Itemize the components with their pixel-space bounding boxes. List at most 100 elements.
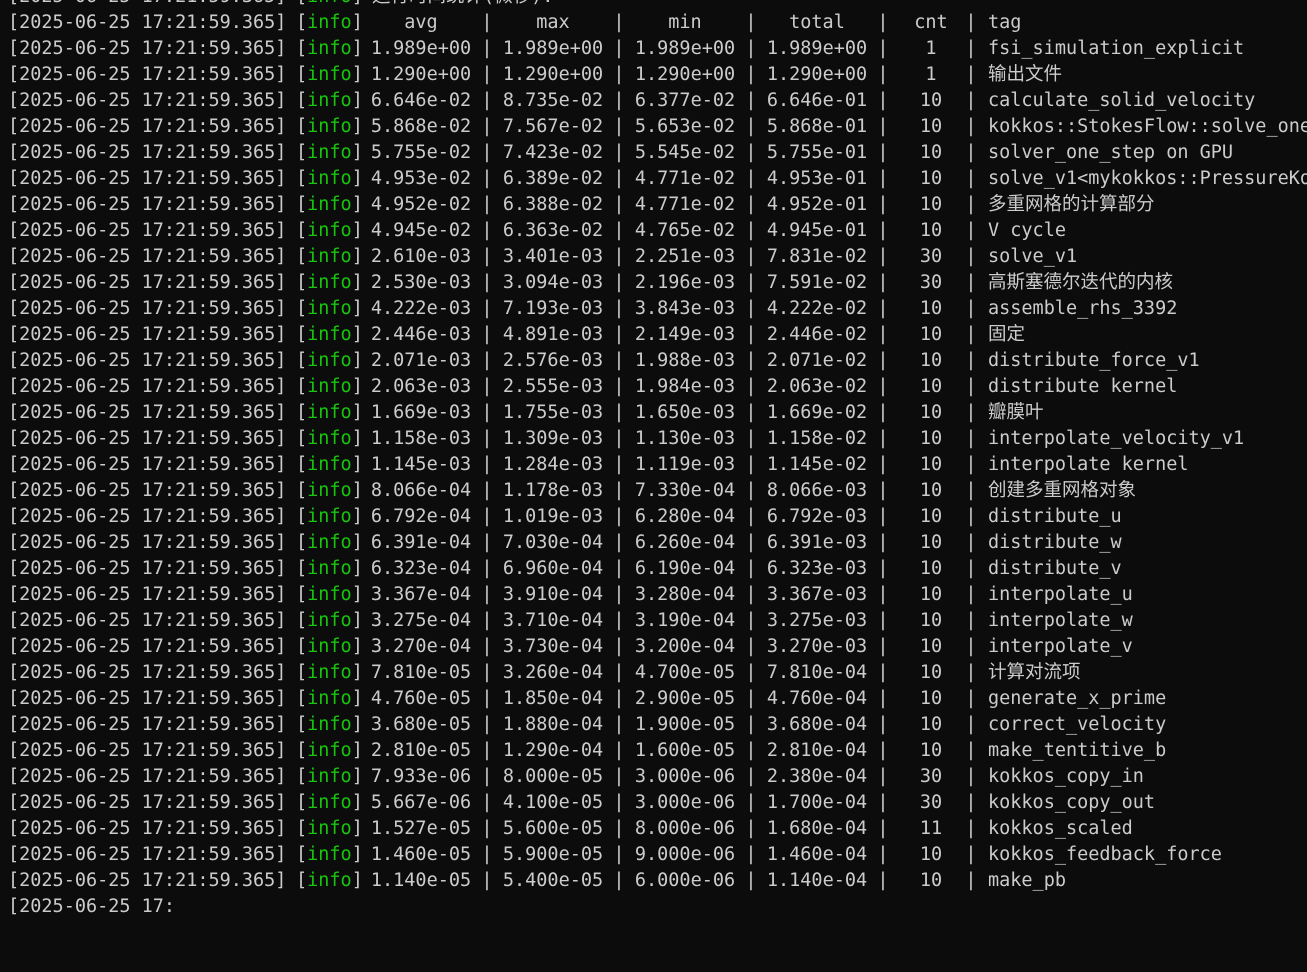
cell-cnt: 10 [919,870,943,891]
header-min: min [668,12,702,33]
cell-avg: 7.810e-05 [370,662,472,683]
cell-avg: 1.140e-05 [370,870,472,891]
column-separator: | [745,168,757,189]
cell-min: 1.290e+00 [634,64,736,85]
column-separator: | [613,350,625,371]
column-separator: | [613,714,625,735]
log-timestamp: [2025-06-25 17:21:59.365] [8,324,287,345]
column-separator: | [745,766,757,787]
log-line: [2025-06-25 17:21:59.365] [info] 4.952e-02… [0,192,1307,218]
log-level: [info] [296,38,363,59]
cell-cnt: 10 [919,584,943,605]
cell-avg: 1.527e-05 [370,818,472,839]
column-separator: | [965,506,977,527]
column-separator: | [613,688,625,709]
column-separator: | [745,428,757,449]
log-level: [info] [296,428,363,449]
cell-total: 7.591e-02 [766,272,868,293]
cell-max: 2.576e-03 [502,350,604,371]
log-timestamp: [2025-06-25 17:21:59.365] [8,428,287,449]
cell-min: 7.330e-04 [634,480,736,501]
cell-min: 2.149e-03 [634,324,736,345]
column-separator: | [877,584,889,605]
cell-min: 3.190e-04 [634,610,736,631]
cell-cnt: 10 [919,428,943,449]
cell-total: 2.071e-02 [766,350,868,371]
cell-total: 1.145e-02 [766,454,868,475]
log-level: [info] [296,818,363,839]
log-level: [info] [296,402,363,423]
cell-min: 1.119e-03 [634,454,736,475]
column-separator: | [481,324,493,345]
cell-cnt: 10 [919,636,943,657]
log-level: [info] [296,610,363,631]
cell-total: 6.792e-03 [766,506,868,527]
cell-cnt: 10 [919,142,943,163]
cell-avg: 6.792e-04 [370,506,472,527]
column-separator: | [877,714,889,735]
cell-total: 1.158e-02 [766,428,868,449]
cell-tag: 固定 [988,324,1026,345]
cell-avg: 4.222e-03 [370,298,472,319]
column-separator: | [481,714,493,735]
cell-cnt: 11 [919,818,943,839]
cell-avg: 6.391e-04 [370,532,472,553]
column-separator: | [965,818,977,839]
log-line: [2025-06-25 17:21:59.365] [info] 5.868e-02… [0,114,1307,140]
log-timestamp: [2025-06-25 17:21:59.365] [8,610,287,631]
log-line: [2025-06-25 17:21:59.365] [info] 3.367e-04… [0,582,1307,608]
cell-total: 1.989e+00 [766,38,868,59]
log-timestamp: [2025-06-25 17:21:59.365] [8,194,287,215]
column-separator: | [481,64,493,85]
column-separator: | [613,818,625,839]
column-separator: | [613,506,625,527]
log-timestamp: [2025-06-25 17:21:59.365] [8,64,287,85]
cell-max: 6.389e-02 [502,168,604,189]
log-timestamp: [2025-06-25 17:21:59.365] [8,38,287,59]
log-level: [info] [296,246,363,267]
log-timestamp: [2025-06-25 17:21:59.365] [8,168,287,189]
column-separator: | [613,610,625,631]
cell-total: 2.810e-04 [766,740,868,761]
log-timestamp: [2025-06-25 17:21:59.365] [8,90,287,111]
cell-avg: 4.945e-02 [370,220,472,241]
cell-avg: 6.323e-04 [370,558,472,579]
cell-min: 2.196e-03 [634,272,736,293]
cell-total: 1.680e-04 [766,818,868,839]
cell-avg: 2.530e-03 [370,272,472,293]
column-separator: | [877,532,889,553]
cell-avg: 8.066e-04 [370,480,472,501]
column-separator: | [965,870,977,891]
column-separator: | [481,142,493,163]
log-line: [2025-06-25 17:21:59.365] [info] 1.290e+00… [0,62,1307,88]
log-level: [info] [296,844,363,865]
column-separator: | [745,636,757,657]
header-total: total [789,12,845,33]
cell-avg: 1.460e-05 [370,844,472,865]
cell-avg: 7.933e-06 [370,766,472,787]
cell-total: 7.810e-04 [766,662,868,683]
column-separator: | [877,506,889,527]
log-level: [info] [296,532,363,553]
cell-max: 5.400e-05 [502,870,604,891]
log-timestamp: [2025-06-25 17:21:59.365] [8,636,287,657]
cell-tag: V cycle [988,220,1066,241]
column-separator: | [877,90,889,111]
cell-min: 5.545e-02 [634,142,736,163]
column-separator: | [745,116,757,137]
cell-cnt: 10 [919,688,943,709]
log-line: [2025-06-25 17:21:59.365] [info] 1.460e-05… [0,842,1307,868]
log-level: [info] [296,714,363,735]
cell-max: 7.193e-03 [502,298,604,319]
column-separator: | [877,116,889,137]
cell-tag: 高斯塞德尔迭代的内核 [988,272,1174,293]
column-separator: | [481,12,493,33]
cell-min: 1.984e-03 [634,376,736,397]
log-level: [info] [296,220,363,241]
column-separator: | [481,558,493,579]
column-separator: | [877,376,889,397]
column-separator: | [481,688,493,709]
cell-avg: 1.290e+00 [370,64,472,85]
column-separator: | [745,532,757,553]
column-separator: | [481,38,493,59]
